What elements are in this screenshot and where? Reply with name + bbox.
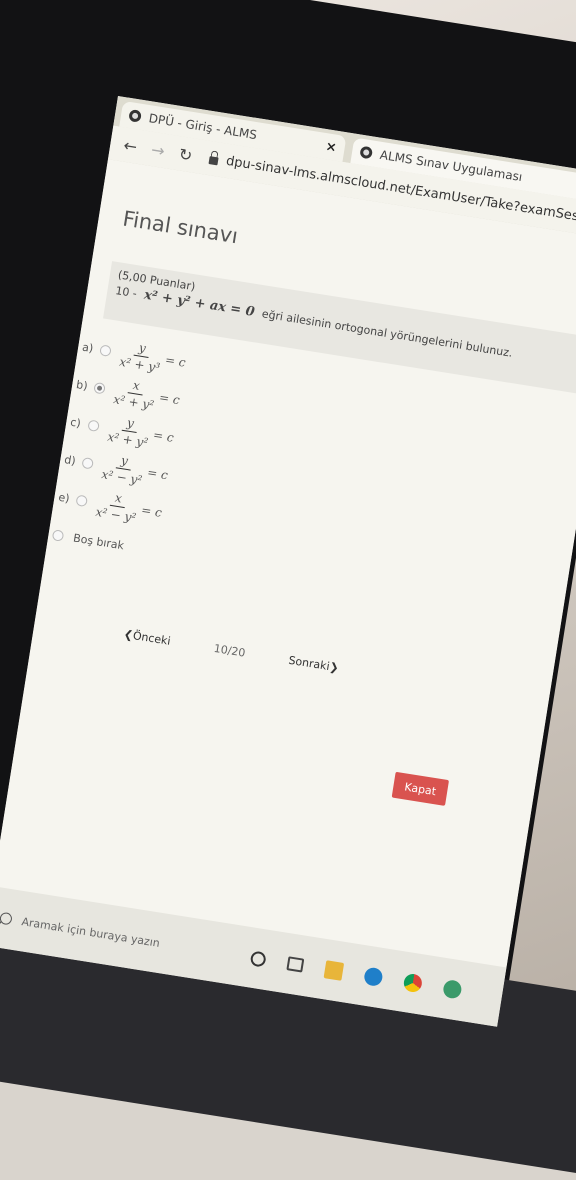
option-b-radio[interactable] <box>93 381 106 395</box>
cortana-icon[interactable] <box>249 949 267 968</box>
option-fraction: x x² + y² <box>113 375 158 412</box>
option-label: a) <box>81 340 95 355</box>
lock-icon <box>208 156 219 166</box>
back-arrow-icon[interactable]: ← <box>115 134 146 157</box>
reload-icon[interactable]: ↻ <box>170 143 201 166</box>
option-fraction: y x² − y² <box>101 450 146 487</box>
question-pager: ❮Önceki 10/20 Sonraki❯ <box>123 628 340 675</box>
edge-browser-icon[interactable] <box>363 966 384 988</box>
fraction-rhs: = c <box>146 465 169 483</box>
fraction-denominator: x² + y³ <box>118 354 162 375</box>
fraction-rhs: = c <box>164 352 187 370</box>
fraction-rhs: = c <box>140 502 163 520</box>
skip-radio[interactable] <box>51 528 65 542</box>
option-c-radio[interactable] <box>87 418 100 432</box>
option-label: e) <box>57 490 71 505</box>
fraction-denominator: x² − y² <box>94 504 138 525</box>
skip-label: Boş bırak <box>72 531 125 552</box>
site-favicon-icon <box>128 109 142 123</box>
chrome-browser-icon[interactable] <box>402 972 424 994</box>
question-points: (5,00 Puanlar) <box>117 268 197 294</box>
forward-arrow-icon[interactable]: → <box>143 138 174 161</box>
fraction-denominator: x² + y² <box>112 391 156 412</box>
close-exam-button[interactable]: Kapat <box>391 771 450 806</box>
question-progress: 10/20 <box>212 641 247 660</box>
previous-button[interactable]: ❮Önceki <box>123 628 172 648</box>
option-a-radio[interactable] <box>99 343 112 357</box>
option-fraction: x x² − y² <box>95 487 140 524</box>
site-favicon-icon <box>359 145 374 160</box>
option-d-radio[interactable] <box>81 456 95 470</box>
option-label: b) <box>75 377 89 393</box>
option-e-radio[interactable] <box>75 494 89 507</box>
file-explorer-icon[interactable] <box>323 960 345 981</box>
fraction-rhs: = c <box>152 427 175 445</box>
fraction-rhs: = c <box>158 390 181 408</box>
close-tab-icon[interactable]: × <box>325 139 338 156</box>
search-icon[interactable] <box>0 911 13 926</box>
option-fraction: y x² + y³ <box>118 337 163 374</box>
taskbar-search-box[interactable]: Aramak için buraya yazın <box>21 915 230 961</box>
question-number: 10 - <box>114 284 138 301</box>
fraction-denominator: x² + y² <box>106 429 150 450</box>
next-button[interactable]: Sonraki❯ <box>288 654 340 675</box>
page-title: Final sınavı <box>121 206 240 249</box>
option-fraction: y x² + y² <box>107 412 152 449</box>
task-view-icon[interactable] <box>286 956 305 973</box>
fraction-denominator: x² − y² <box>100 466 144 487</box>
option-label: d) <box>63 452 77 468</box>
option-label: c) <box>69 415 82 430</box>
app-icon[interactable] <box>442 979 463 1000</box>
